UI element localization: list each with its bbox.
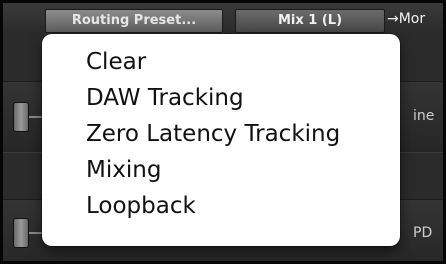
output-more-label: →Mor: [387, 11, 426, 27]
routing-window: Routing Preset... Mix 1 (L) →Mor ine PD …: [0, 0, 446, 264]
routing-toolbar: Routing Preset... Mix 1 (L) →Mor: [3, 3, 443, 35]
menu-item-clear[interactable]: Clear: [42, 44, 400, 80]
menu-item-zero-latency-tracking[interactable]: Zero Latency Tracking: [42, 116, 400, 152]
channel-row-2-fader-handle[interactable]: [13, 218, 29, 248]
channel-row-1-fader-handle[interactable]: [13, 102, 29, 132]
routing-preset-button[interactable]: Routing Preset...: [45, 9, 223, 33]
menu-item-loopback[interactable]: Loopback: [42, 188, 400, 224]
channel-row-2-side-label: PD: [413, 225, 433, 241]
mix-selector-button[interactable]: Mix 1 (L): [235, 9, 385, 33]
menu-item-daw-tracking[interactable]: DAW Tracking: [42, 80, 400, 116]
menu-item-mixing[interactable]: Mixing: [42, 152, 400, 188]
routing-preset-menu: Clear DAW Tracking Zero Latency Tracking…: [42, 34, 400, 246]
channel-row-1-side-label: ine: [413, 108, 435, 124]
